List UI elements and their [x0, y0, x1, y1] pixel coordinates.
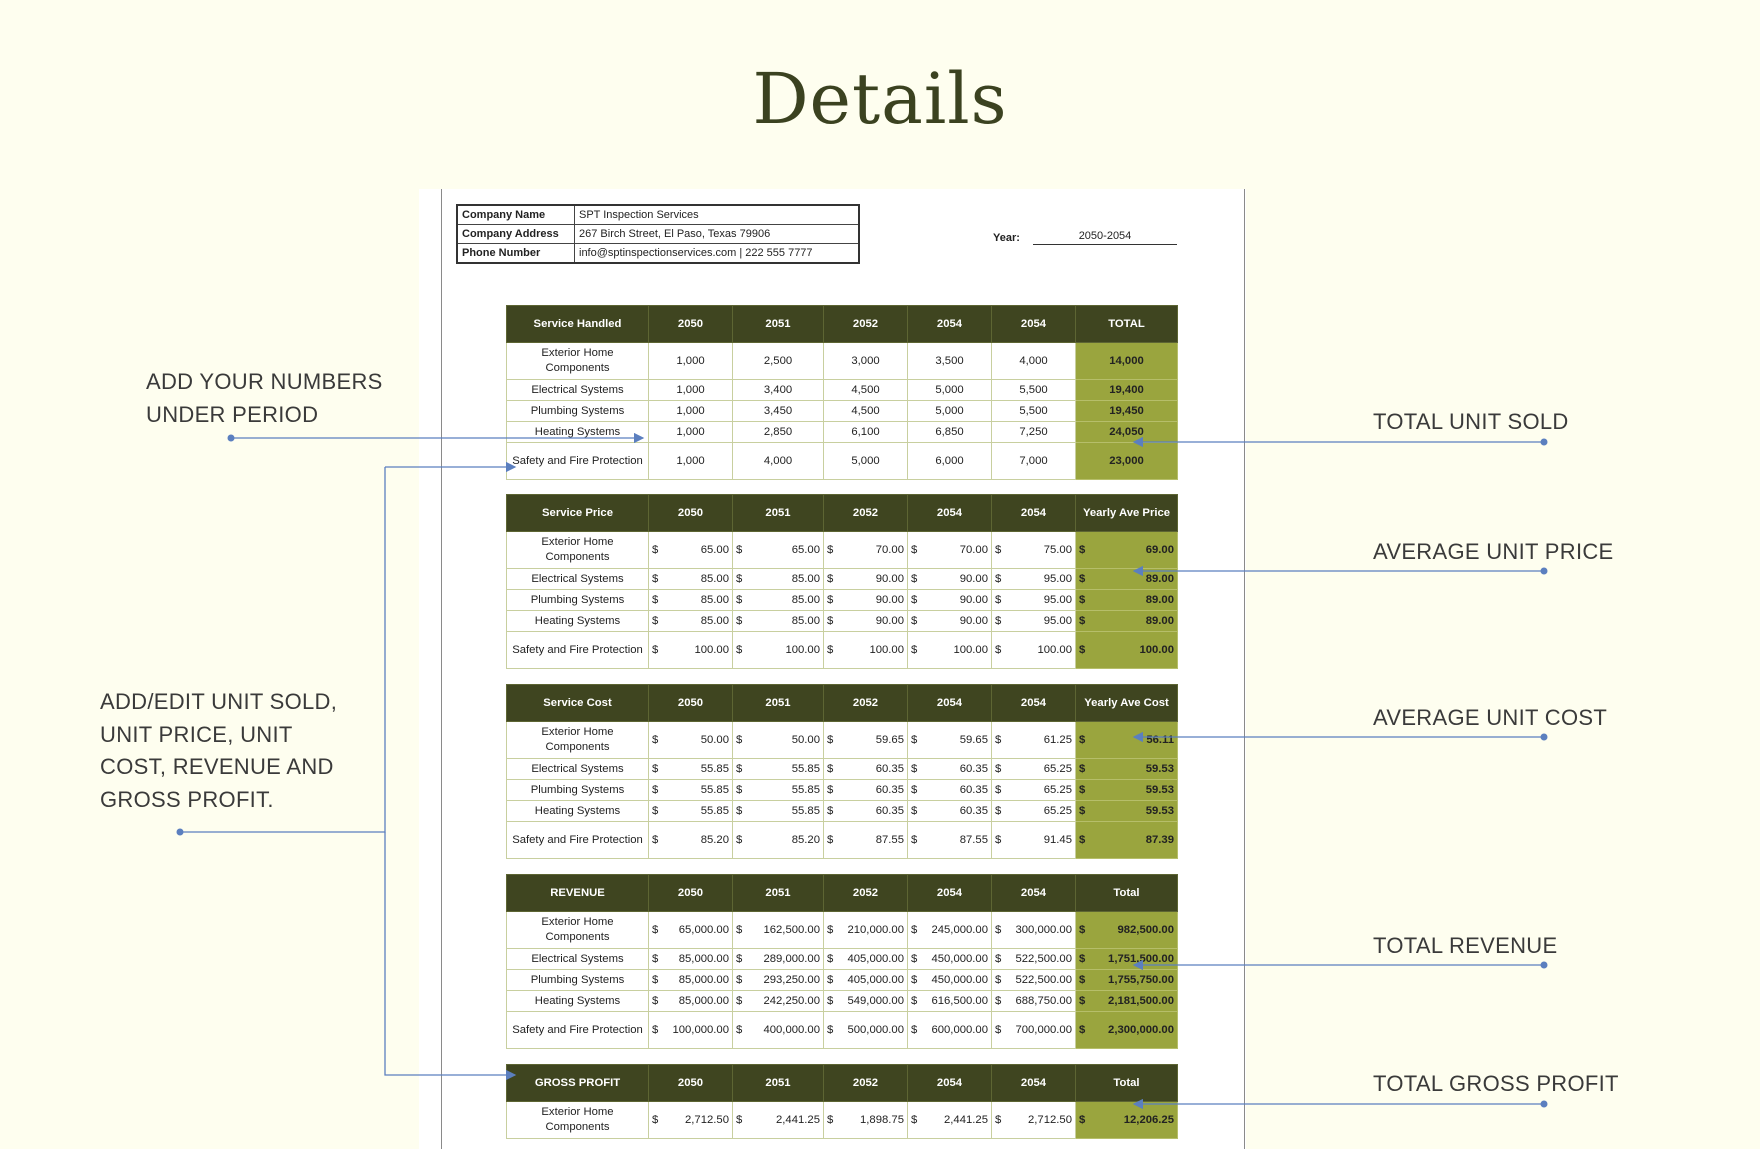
annotation-dot	[176, 828, 184, 836]
arrow-line	[384, 832, 517, 1081]
annotation-dot	[227, 434, 235, 442]
annotation-dot	[1540, 733, 1548, 741]
annotation-dot	[1540, 1100, 1548, 1108]
annotation-lines	[176, 432, 1548, 1110]
annotation-dot	[1540, 961, 1548, 969]
annotation-dot	[1540, 567, 1548, 575]
annotation-dot	[1540, 438, 1548, 446]
arrow-line	[180, 467, 386, 833]
